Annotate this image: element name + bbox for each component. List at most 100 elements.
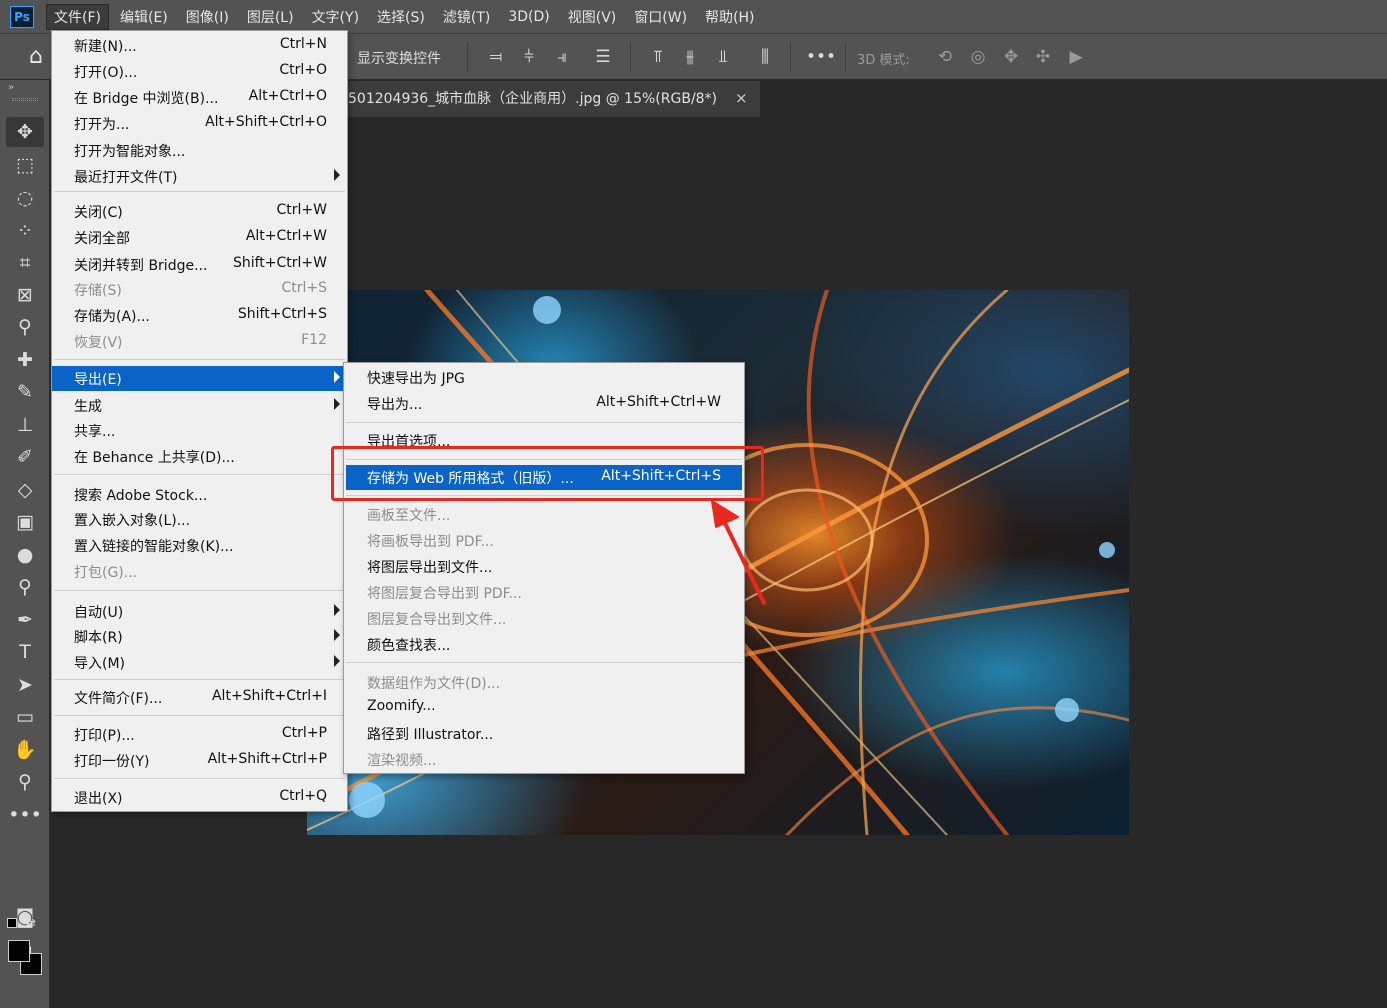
crop-tool-icon[interactable]: ⌗ [6,248,44,278]
submenu-arrow-icon [334,371,340,383]
eraser-tool-icon[interactable]: ◇ [6,475,44,505]
submenu-item-artboards-to-files[interactable]: 画板至文件... [344,502,744,527]
menu-item-place-linked[interactable]: 置入链接的智能对象(K)... [52,533,347,558]
menu-separator [54,778,345,779]
submenu-item-zoomify[interactable]: Zoomify... [344,695,744,720]
quick-select-tool-icon[interactable]: ⁘ [6,216,44,246]
foreground-color-swatch[interactable] [8,940,30,962]
menu-item-file-info[interactable]: 文件简介(F)... Alt+Shift+Ctrl+I [52,685,347,710]
menu-item-save-as[interactable]: 存储为(A)... Shift+Ctrl+S [52,303,347,328]
align-top-icon[interactable]: ⫪ [645,44,671,70]
menu-window[interactable]: 窗口(W) [627,5,694,29]
collapse-panel-icon[interactable]: » [8,82,14,93]
history-brush-tool-icon[interactable]: ✐ [6,442,44,472]
menu-item-package[interactable]: 打包(G)... [52,559,347,584]
3d-orbit-icon[interactable]: ⟲ [932,44,958,70]
menu-item-export[interactable]: 导出(E) [52,366,347,391]
menu-item-scripts[interactable]: 脚本(R) [52,624,347,649]
align-right-icon[interactable]: ⫣ [549,44,575,70]
submenu-item-layer-comps-to-files[interactable]: 图层复合导出到文件... [344,606,744,631]
type-tool-icon[interactable]: T [6,637,44,667]
menu-edit[interactable]: 编辑(E) [113,5,175,29]
submenu-item-render-video[interactable]: 渲染视频... [344,747,744,772]
close-tab-icon[interactable]: × [735,89,748,107]
marquee-tool-icon[interactable]: ⬚ [6,150,44,180]
align-left-icon[interactable]: ⫤ [483,44,509,70]
submenu-item-export-as[interactable]: 导出为... Alt+Shift+Ctrl+W [344,391,744,416]
menu-3d[interactable]: 3D(D) [501,7,556,27]
zoom-tool-icon[interactable]: ⚲ [6,767,44,797]
gradient-tool-icon[interactable]: ▣ [6,507,44,537]
menu-item-automate[interactable]: 自动(U) [52,599,347,624]
menu-item-save[interactable]: 存储(S) Ctrl+S [52,277,347,302]
submenu-item-artboards-to-pdf[interactable]: 将画板导出到 PDF... [344,528,744,553]
submenu-item-color-lookup-tables[interactable]: 颜色查找表... [344,632,744,657]
menu-item-place-embedded[interactable]: 置入嵌入对象(L)... [52,507,347,532]
menu-item-share-behance[interactable]: 在 Behance 上共享(D)... [52,444,347,469]
menu-item-print[interactable]: 打印(P)... Ctrl+P [52,722,347,747]
menu-item-exit[interactable]: 退出(X) Ctrl+Q [52,785,347,810]
panel-grip[interactable] [12,98,38,101]
menu-select[interactable]: 选择(S) [370,5,432,29]
eyedropper-tool-icon[interactable]: ⚲ [6,312,44,342]
healing-brush-tool-icon[interactable]: ✚ [6,345,44,375]
frame-tool-icon[interactable]: ⊠ [6,280,44,310]
align-vcenter-icon[interactable]: ⫵ [677,44,703,70]
menu-item-open-smart-object[interactable]: 打开为智能对象... [52,138,347,163]
brush-tool-icon[interactable]: ✎ [6,377,44,407]
path-selection-tool-icon[interactable]: ➤ [6,670,44,700]
menu-item-generate[interactable]: 生成 [52,393,347,418]
menu-layer[interactable]: 图层(L) [240,5,301,29]
dodge-tool-icon[interactable]: ⚲ [6,572,44,602]
3d-mode-label: 3D 模式: [857,53,910,68]
menu-item-revert[interactable]: 恢复(V) F12 [52,329,347,354]
3d-scale-icon[interactable]: ▶ [1063,44,1089,70]
menu-item-new[interactable]: 新建(N)... Ctrl+N [52,33,347,58]
3d-roll-icon[interactable]: ◎ [965,44,991,70]
distribute-vertical-icon[interactable]: ⫼ [752,44,778,70]
submenu-item-data-sets-as-files[interactable]: 数据组作为文件(D)... [344,670,744,695]
submenu-item-quick-export-jpg[interactable]: 快速导出为 JPG [344,365,744,390]
menu-item-search-stock[interactable]: 搜索 Adobe Stock... [52,482,347,507]
menu-view[interactable]: 视图(V) [561,5,624,29]
divider [467,42,468,72]
menu-image[interactable]: 图像(I) [179,5,236,29]
menu-filter[interactable]: 滤镜(T) [436,5,497,29]
3d-pan-icon[interactable]: ✥ [998,44,1024,70]
home-icon[interactable]: ⌂ [18,44,54,72]
move-tool-icon[interactable]: ✥ [6,117,44,147]
align-bottom-icon[interactable]: ⫫ [710,44,736,70]
menu-item-browse-bridge[interactable]: 在 Bridge 中浏览(B)... Alt+Ctrl+O [52,85,347,110]
menu-item-open[interactable]: 打开(O)... Ctrl+O [52,59,347,84]
rectangle-tool-icon[interactable]: ▭ [6,702,44,732]
menu-item-import[interactable]: 导入(M) [52,650,347,675]
show-transform-controls-label[interactable]: 显示变换控件 [357,48,441,68]
distribute-icon[interactable]: ☰ [590,44,616,70]
document-tab[interactable]: 501204936_城市血脉（企业商用）.jpg @ 15%(RGB/8*) [318,81,760,117]
submenu-item-layer-comps-to-pdf[interactable]: 将图层复合导出到 PDF... [344,580,744,605]
blur-tool-icon[interactable]: ● [6,540,44,570]
submenu-item-layers-to-files[interactable]: 将图层导出到文件... [344,554,744,579]
align-hcenter-icon[interactable]: ⫩ [516,44,542,70]
submenu-item-paths-to-illustrator[interactable]: 路径到 Illustrator... [344,721,744,746]
hand-tool-icon[interactable]: ✋ [6,735,44,765]
menu-item-share[interactable]: 共享... [52,418,347,443]
more-options-icon[interactable]: ••• [806,44,836,70]
menu-item-print-one-copy[interactable]: 打印一份(Y) Alt+Shift+Ctrl+P [52,748,347,773]
menu-help[interactable]: 帮助(H) [698,5,761,29]
menu-item-close-all[interactable]: 关闭全部 Alt+Ctrl+W [52,225,347,250]
pen-tool-icon[interactable]: ✒ [6,605,44,635]
clone-stamp-tool-icon[interactable]: ⊥ [6,410,44,440]
menu-item-open-as[interactable]: 打开为... Alt+Shift+Ctrl+O [52,111,347,136]
3d-slide-icon[interactable]: ✣ [1030,44,1056,70]
quick-mask-icon[interactable]: ◙ [6,902,44,932]
menu-item-close-go-bridge[interactable]: 关闭并转到 Bridge... Shift+Ctrl+W [52,252,347,277]
menu-item-recent-files[interactable]: 最近打开文件(T) [52,164,347,189]
lasso-tool-icon[interactable]: ◌ [6,183,44,213]
menu-separator [346,662,742,663]
menu-type[interactable]: 文字(Y) [305,5,366,29]
menu-file[interactable]: 文件(F) [46,3,109,30]
menu-item-close[interactable]: 关闭(C) Ctrl+W [52,199,347,224]
more-tools-icon[interactable]: ••• [6,800,44,830]
tools-panel: » ✥ ⬚ ◌ ⁘ ⌗ ⊠ ⚲ ✚ ✎ ⊥ ✐ ◇ ▣ ● ⚲ ✒ T ➤ ▭ … [0,80,50,1008]
